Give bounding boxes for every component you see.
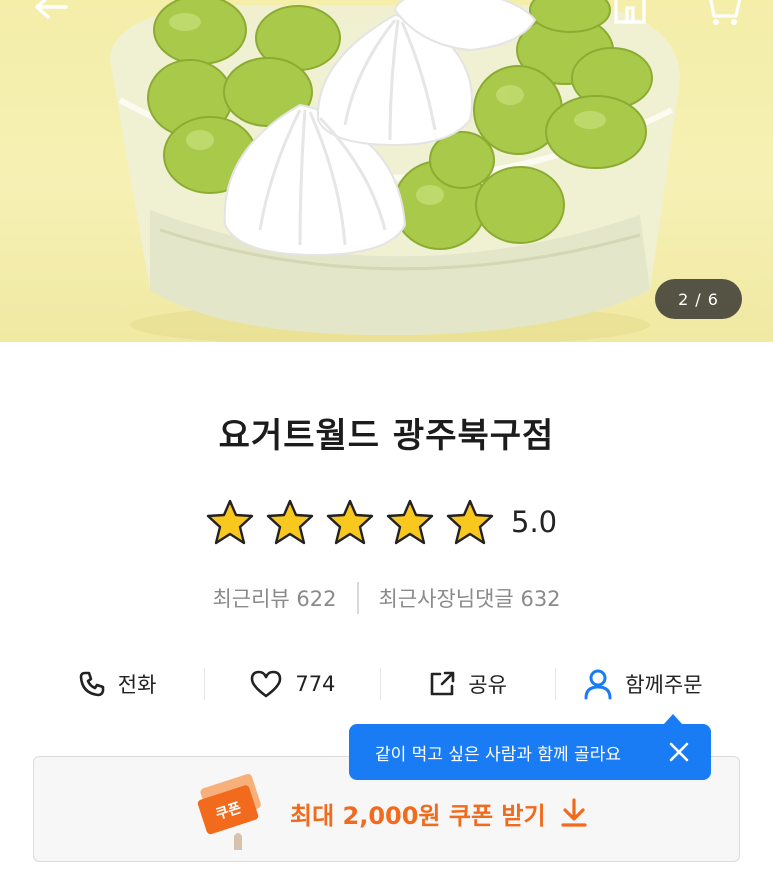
like-button[interactable]: 774 (205, 660, 379, 708)
group-order-label: 함께주문 (625, 673, 703, 697)
share-label: 공유 (468, 673, 507, 697)
home-button[interactable] (608, 0, 652, 28)
star-icon (326, 499, 374, 545)
star-icon (206, 499, 254, 545)
group-order-tooltip: 같이 먹고 싶은 사람과 함께 골라요 (349, 714, 711, 780)
close-icon[interactable] (667, 740, 691, 764)
review-summary: 최근리뷰 622 최근사장님댓글 632 (0, 582, 773, 614)
shop-name: 요거트월드 광주북구점 (218, 416, 555, 456)
group-order-button[interactable]: 함께주문 (556, 660, 730, 708)
share-button[interactable]: 공유 (381, 660, 555, 708)
image-counter-current: 2 (678, 289, 690, 309)
arrow-left-icon (35, 0, 68, 19)
hero-image[interactable]: 2 / 6 (0, 0, 773, 342)
owner-replies-count: 632 (520, 587, 561, 611)
cart-button[interactable] (700, 0, 744, 28)
star-icon (446, 499, 494, 545)
cart-icon (709, 0, 742, 25)
rating[interactable]: 5.0 (205, 498, 557, 546)
action-bar: 전화 774 공유 함께주문 (30, 660, 730, 708)
coupon-content: 쿠폰 최대 2,000원 쿠폰 받기 (194, 774, 588, 850)
tooltip-text: 같이 먹고 싶은 사람과 함께 골라요 (375, 744, 621, 765)
rating-score: 5.0 (511, 505, 558, 539)
coupon-ticket-icon: 쿠폰 (197, 774, 261, 850)
recent-reviews-link[interactable]: 최근리뷰 622 (212, 583, 336, 613)
recent-reviews-label: 최근리뷰 (212, 587, 290, 611)
coupon-label: 최대 2,000원 쿠폰 받기 (290, 801, 546, 830)
recent-reviews-count: 622 (296, 587, 337, 611)
image-counter: 2 / 6 (655, 279, 742, 319)
image-counter-total: 6 (707, 289, 719, 309)
home-icon (614, 0, 646, 24)
image-counter-separator: / (695, 289, 702, 309)
phone-icon (78, 670, 106, 698)
person-icon (583, 668, 613, 700)
heart-icon (249, 669, 283, 699)
owner-replies-label: 최근사장님댓글 (378, 587, 514, 611)
star-icon (266, 499, 314, 545)
share-icon (428, 670, 456, 698)
call-label: 전화 (117, 673, 157, 697)
divider (356, 582, 359, 614)
download-icon (560, 798, 587, 827)
like-count: 774 (295, 672, 336, 696)
back-button[interactable] (28, 0, 72, 28)
call-button[interactable]: 전화 (30, 660, 204, 708)
owner-replies-link[interactable]: 최근사장님댓글 632 (379, 583, 561, 613)
star-icon (386, 499, 434, 545)
